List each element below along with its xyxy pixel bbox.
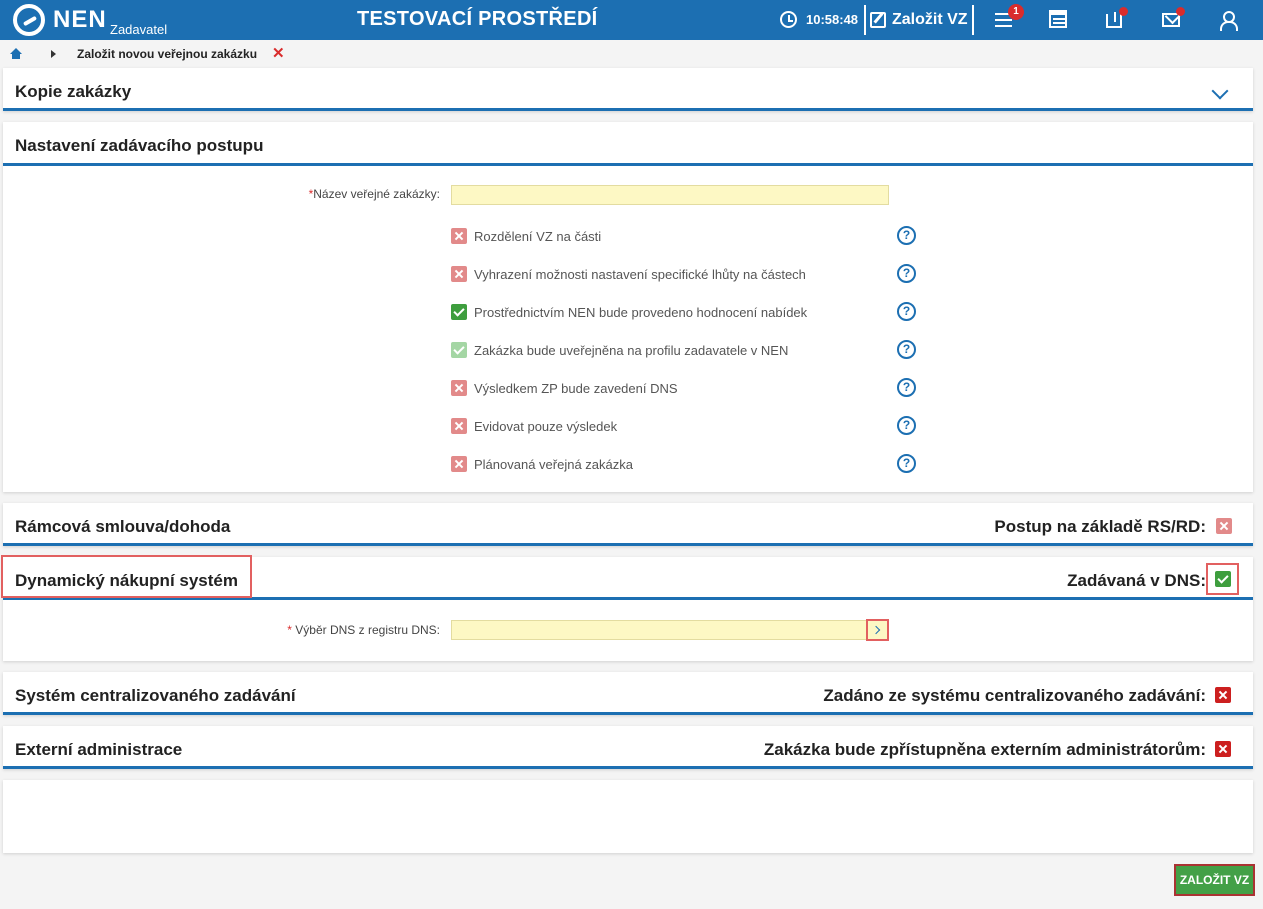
logo-subtitle: Zadavatel bbox=[110, 22, 168, 37]
option-label: Vyhrazení možnosti nastavení specifické … bbox=[474, 267, 806, 282]
user-icon[interactable] bbox=[1218, 10, 1238, 31]
clock-icon bbox=[780, 11, 797, 28]
breadcrumb-arrow-icon bbox=[51, 50, 56, 58]
top-bar: NEN Zadavatel TESTOVACÍ PROSTŘEDÍ 10:58:… bbox=[0, 0, 1263, 40]
home-icon[interactable] bbox=[10, 48, 22, 60]
help-icon[interactable]: ? bbox=[897, 264, 916, 283]
divider bbox=[972, 5, 974, 35]
option-label: Zakázka bude uveřejněna na profilu zadav… bbox=[474, 343, 789, 358]
inbox-icon[interactable] bbox=[1106, 12, 1122, 28]
externi-label: Zakázka bude zpřístupněna externím admin… bbox=[763, 740, 1206, 759]
inbox-badge bbox=[1119, 7, 1128, 16]
session-clock: 10:58:48 bbox=[806, 12, 859, 27]
chevron-right-icon[interactable] bbox=[866, 619, 889, 641]
centralizovane-label: Zadáno ze systému centralizovaného zadáv… bbox=[823, 686, 1206, 705]
option-label: Rozdělení VZ na části bbox=[474, 229, 602, 244]
option-label: Výsledkem ZP bude zavedení DNS bbox=[474, 381, 678, 396]
dns-label: Zadávaná v DNS: bbox=[1067, 571, 1206, 590]
checkbox-evidovat[interactable] bbox=[451, 418, 467, 434]
dns-input[interactable] bbox=[451, 620, 867, 640]
help-icon[interactable]: ? bbox=[897, 226, 916, 245]
help-icon[interactable]: ? bbox=[897, 340, 916, 359]
panel-title: Systém centralizovaného zadávání bbox=[15, 686, 296, 705]
rs-rd-label: Postup na základě RS/RD: bbox=[994, 517, 1206, 536]
panel-title: Kopie zakázky bbox=[15, 82, 132, 101]
nen-logo-icon bbox=[13, 4, 45, 36]
option-label: Plánovaná veřejná zakázka bbox=[474, 457, 633, 472]
option-label: Evidovat pouze výsledek bbox=[474, 419, 618, 434]
create-vz-button[interactable]: Založit VZ bbox=[870, 6, 968, 34]
checkbox-dns[interactable] bbox=[451, 380, 467, 396]
help-icon[interactable]: ? bbox=[897, 302, 916, 321]
empty-panel bbox=[3, 780, 1253, 853]
environment-title: TESTOVACÍ PROSTŘEDÍ bbox=[357, 8, 598, 30]
dns-field-label: * Výběr DNS z registru DNS: bbox=[287, 623, 440, 637]
logo-text: NEN bbox=[53, 6, 107, 33]
checkbox-externi[interactable] bbox=[1215, 741, 1231, 757]
breadcrumb-current: Založit novou veřejnou zakázku bbox=[77, 47, 258, 61]
option-label: Prostřednictvím NEN bude provedeno hodno… bbox=[474, 305, 808, 320]
panel-title: Externí administrace bbox=[15, 740, 183, 759]
divider bbox=[864, 5, 866, 35]
panel-title: Rámcová smlouva/dohoda bbox=[15, 517, 231, 536]
name-input[interactable] bbox=[451, 185, 889, 205]
help-icon[interactable]: ? bbox=[897, 416, 916, 435]
checkbox-dns-zadavana[interactable] bbox=[1215, 571, 1231, 587]
checkbox-hodnoceni[interactable] bbox=[451, 304, 467, 320]
checkbox-vyhrazeni[interactable] bbox=[451, 266, 467, 282]
edit-icon bbox=[870, 12, 886, 28]
checkbox-rs-rd[interactable] bbox=[1216, 518, 1232, 534]
checkbox-centralizovane[interactable] bbox=[1215, 687, 1231, 703]
submit-button[interactable]: ZALOŽIT VZ bbox=[1174, 864, 1255, 896]
checkbox-uverejneni bbox=[451, 342, 467, 358]
name-field-label: *Název veřejné zakázky: bbox=[308, 187, 440, 201]
create-vz-label: Založit VZ bbox=[892, 11, 968, 28]
checkbox-rozdeleni[interactable] bbox=[451, 228, 467, 244]
panel-kopie-zakazky: Kopie zakázky bbox=[3, 68, 1253, 111]
close-tab-icon[interactable]: ✕ bbox=[272, 44, 285, 62]
panel-title: Nastavení zadávacího postupu bbox=[15, 136, 264, 155]
chevron-down-icon[interactable] bbox=[1211, 82, 1229, 100]
help-icon[interactable]: ? bbox=[897, 378, 916, 397]
calendar-icon[interactable] bbox=[1049, 10, 1067, 28]
panel-header: Nastavení zadávacího postupu bbox=[3, 122, 1253, 166]
highlight-box bbox=[1, 555, 252, 598]
checkbox-planovana[interactable] bbox=[451, 456, 467, 472]
menu-badge: 1 bbox=[1008, 4, 1024, 20]
help-icon[interactable]: ? bbox=[897, 454, 916, 473]
mail-badge bbox=[1176, 7, 1185, 16]
panel-header[interactable]: Kopie zakázky bbox=[3, 68, 1253, 111]
